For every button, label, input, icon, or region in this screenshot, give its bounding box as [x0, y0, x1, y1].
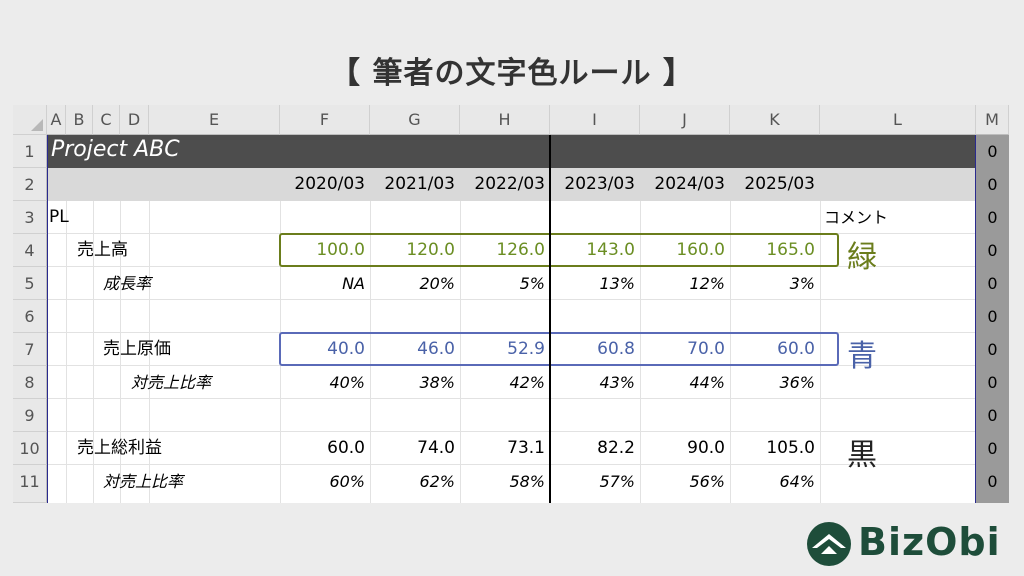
row-header-1[interactable]: 1 — [13, 135, 47, 168]
m-cell[interactable]: 0 — [976, 135, 1009, 168]
sales-highlight-box — [279, 233, 839, 267]
gross-profit-value[interactable]: 60.0 — [280, 432, 370, 465]
gross-ratio-value[interactable]: 58% — [460, 465, 550, 498]
m-cell[interactable]: 0 — [976, 432, 1009, 465]
logo-text: BizObi — [858, 520, 1001, 564]
row-header-2[interactable]: 2 — [13, 168, 47, 201]
row-header-4[interactable]: 4 — [13, 234, 47, 267]
cogs-ratio-value[interactable]: 36% — [730, 366, 820, 399]
m-cell[interactable]: 0 — [976, 465, 1009, 498]
comment-header[interactable]: コメント — [824, 201, 888, 234]
cogs-ratio-value[interactable]: 44% — [640, 366, 730, 399]
gross-ratio-value[interactable]: 60% — [280, 465, 370, 498]
logo-mark-icon — [807, 522, 851, 566]
m-cell[interactable]: 0 — [976, 234, 1009, 267]
column-header-c[interactable]: C — [93, 105, 120, 135]
gross-profit-value[interactable]: 74.0 — [370, 432, 460, 465]
gross-ratio-value[interactable]: 62% — [370, 465, 460, 498]
column-header-h[interactable]: H — [460, 105, 550, 135]
growth-value[interactable]: NA — [280, 267, 370, 300]
row-header-6[interactable]: 6 — [13, 300, 47, 333]
row-header-10[interactable]: 10 — [13, 432, 47, 465]
column-header-k[interactable]: K — [730, 105, 820, 135]
year-cell[interactable]: 2020/03 — [280, 168, 370, 201]
year-cell[interactable]: 2022/03 — [460, 168, 550, 201]
row-header-5[interactable]: 5 — [13, 267, 47, 300]
growth-value[interactable]: 13% — [550, 267, 640, 300]
cogs-label[interactable]: 売上原価 — [103, 333, 171, 366]
row-header-11[interactable]: 11 — [13, 465, 47, 503]
column-header-m[interactable]: M — [976, 105, 1009, 135]
sales-label[interactable]: 売上高 — [77, 234, 128, 267]
column-header-b[interactable]: B — [66, 105, 93, 135]
year-cell[interactable]: 2024/03 — [640, 168, 730, 201]
cogs-ratio-label[interactable]: 対売上比率 — [131, 366, 211, 399]
column-header-d[interactable]: D — [120, 105, 149, 135]
cogs-ratio-value[interactable]: 43% — [550, 366, 640, 399]
header-row-dark: Project ABC — [47, 135, 976, 168]
growth-value[interactable]: 20% — [370, 267, 460, 300]
select-all-corner[interactable] — [13, 105, 47, 135]
gross-profit-value[interactable]: 105.0 — [730, 432, 820, 465]
column-header-a[interactable]: A — [47, 105, 66, 135]
growth-value[interactable]: 5% — [460, 267, 550, 300]
m-cell[interactable]: 0 — [976, 168, 1009, 201]
gross-profit-value[interactable]: 90.0 — [640, 432, 730, 465]
year-cell[interactable]: 2023/03 — [550, 168, 640, 201]
column-m[interactable]: 0 0 0 0 0 0 0 0 0 0 0 — [976, 135, 1009, 503]
gross-profit-value[interactable]: 82.2 — [550, 432, 640, 465]
blue-comment[interactable]: 青 — [847, 331, 877, 375]
cogs-highlight-box — [279, 332, 839, 366]
pl-label[interactable]: PL — [49, 201, 69, 234]
cogs-ratio-value[interactable]: 42% — [460, 366, 550, 399]
period-divider — [549, 135, 551, 503]
row-header-7[interactable]: 7 — [13, 333, 47, 366]
gross-ratio-value[interactable]: 64% — [730, 465, 820, 498]
year-cell[interactable]: 2021/03 — [370, 168, 460, 201]
row-header-3[interactable]: 3 — [13, 201, 47, 234]
cell-grid[interactable]: Project ABC 2020/03 2021/03 2022/03 2023… — [47, 135, 977, 503]
gross-profit-value[interactable]: 73.1 — [460, 432, 550, 465]
row-header-8[interactable]: 8 — [13, 366, 47, 399]
column-header-l[interactable]: L — [820, 105, 976, 135]
column-header-j[interactable]: J — [640, 105, 730, 135]
page-title: 【 筆者の文字色ルール 】 — [330, 56, 694, 91]
growth-value[interactable]: 12% — [640, 267, 730, 300]
bizobi-logo: BizObi — [806, 518, 1006, 570]
project-title[interactable]: Project ABC — [51, 137, 180, 162]
gross-profit-label[interactable]: 売上総利益 — [77, 432, 162, 465]
column-header-e[interactable]: E — [149, 105, 280, 135]
cogs-ratio-value[interactable]: 40% — [280, 366, 370, 399]
growth-value[interactable]: 3% — [730, 267, 820, 300]
gross-ratio-value[interactable]: 56% — [640, 465, 730, 498]
m-cell[interactable]: 0 — [976, 366, 1009, 399]
m-cell[interactable]: 0 — [976, 300, 1009, 333]
row-header-9[interactable]: 9 — [13, 399, 47, 432]
m-cell[interactable]: 0 — [976, 267, 1009, 300]
column-header-i[interactable]: I — [550, 105, 640, 135]
m-cell[interactable]: 0 — [976, 201, 1009, 234]
column-header-f[interactable]: F — [280, 105, 370, 135]
column-header-g[interactable]: G — [370, 105, 460, 135]
gross-ratio-label[interactable]: 対売上比率 — [103, 465, 183, 498]
m-cell[interactable]: 0 — [976, 333, 1009, 366]
gross-ratio-value[interactable]: 57% — [550, 465, 640, 498]
cogs-ratio-value[interactable]: 38% — [370, 366, 460, 399]
m-cell[interactable]: 0 — [976, 399, 1009, 432]
year-cell[interactable]: 2025/03 — [730, 168, 820, 201]
green-comment[interactable]: 緑 — [847, 232, 877, 276]
black-comment[interactable]: 黒 — [847, 430, 877, 474]
growth-label[interactable]: 成長率 — [103, 267, 151, 300]
print-area-left-border — [47, 135, 48, 503]
spreadsheet: A B C D E F G H I J K L M 1 2 3 4 5 6 7 … — [13, 105, 1009, 503]
